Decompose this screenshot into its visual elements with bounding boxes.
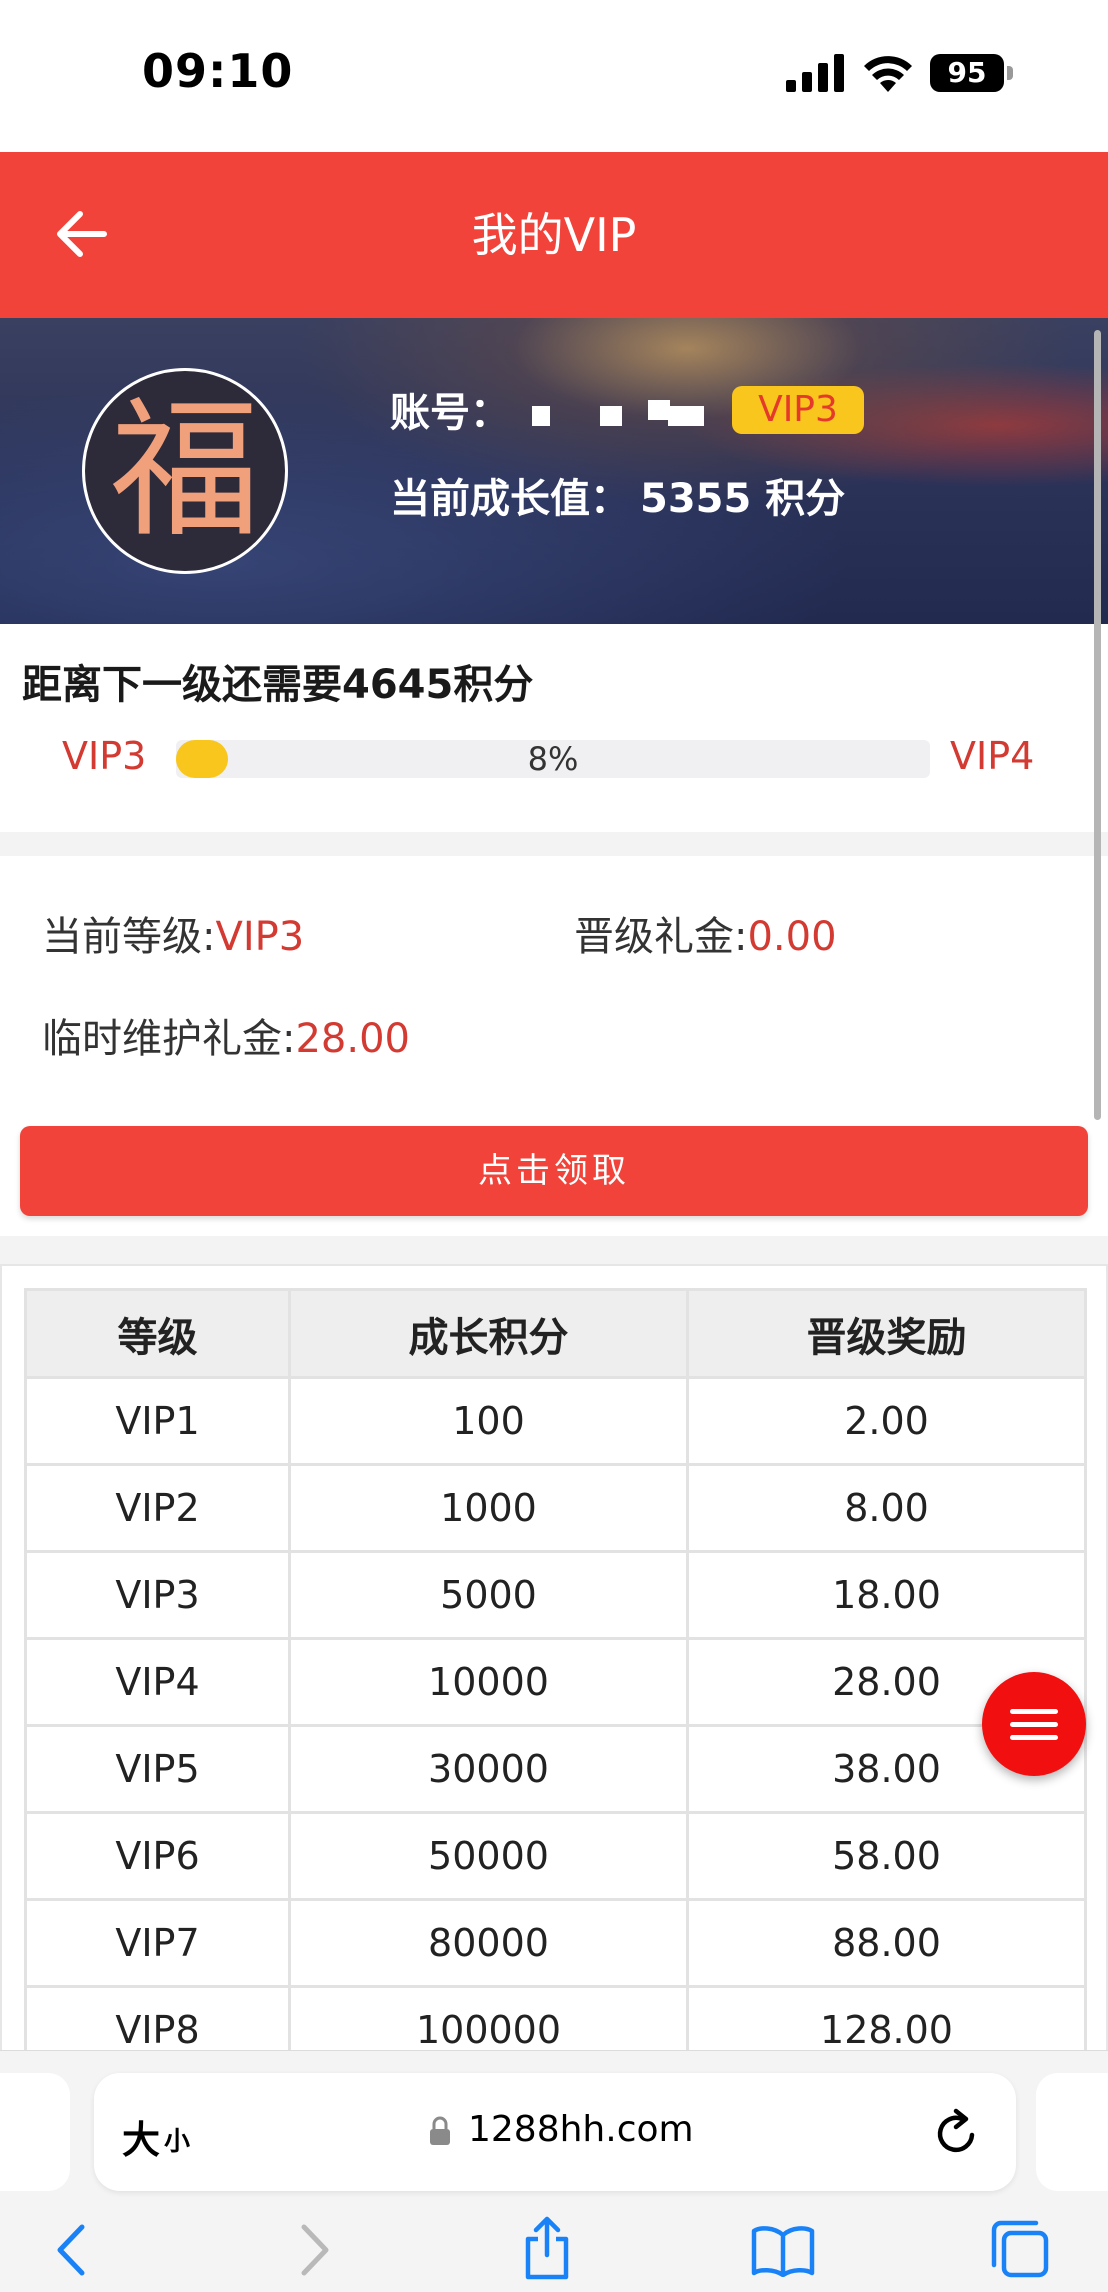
- profile-banner: 福 账号： VIP3 当前成长值： 5355 积分: [0, 318, 1108, 624]
- section-divider: [0, 1236, 1108, 1264]
- wifi-icon: [864, 56, 912, 92]
- table-row: VIP6 50000 58.00: [24, 1811, 1087, 1901]
- table-row: VIP7 80000 88.00: [24, 1898, 1087, 1988]
- text-size-button[interactable]: 大: [122, 2109, 160, 2164]
- maintenance-bonus-label: 临时维护礼金:: [42, 1016, 296, 1062]
- tabs-icon[interactable]: [990, 2219, 1050, 2279]
- upgrade-bonus-info: 晋级礼金:0.00: [574, 904, 837, 962]
- account-redaction: [600, 406, 622, 426]
- header-upgrade-reward: 晋级奖励: [686, 1288, 1087, 1379]
- progress-percent: 8%: [527, 740, 579, 778]
- maintenance-bonus-info: 临时维护礼金:28.00: [42, 1006, 410, 1064]
- cell-growth-points: 100000: [288, 1985, 689, 2054]
- browser-toolbar: 大 小 1288hh.com: [0, 2050, 1108, 2292]
- cell-level: VIP3: [24, 1550, 291, 1640]
- page: 09:10 95 我的VIP 福 账号： VIP3 当前成长值： 5355 积分…: [0, 0, 1108, 2292]
- reload-icon[interactable]: [932, 2107, 980, 2157]
- cell-upgrade-reward: 2.00: [686, 1376, 1087, 1466]
- chevron-right-icon[interactable]: [298, 2223, 332, 2277]
- growth-value: 5355 积分: [640, 476, 846, 522]
- page-title: 我的VIP: [471, 208, 637, 262]
- progress-bar: 8%: [176, 740, 930, 778]
- lock-icon: [430, 2116, 450, 2145]
- cell-growth-points: 5000: [288, 1550, 689, 1640]
- scrollbar[interactable]: [1094, 330, 1101, 1120]
- section-divider: [0, 832, 1108, 856]
- cell-level: VIP5: [24, 1724, 291, 1814]
- cell-level: VIP6: [24, 1811, 291, 1901]
- book-icon[interactable]: [750, 2225, 816, 2277]
- table-header-row: 等级 成长积分 晋级奖励: [24, 1288, 1087, 1379]
- cell-level: VIP7: [24, 1898, 291, 1988]
- menu-icon: [1010, 1709, 1058, 1714]
- next-tab-preview[interactable]: [1036, 2073, 1108, 2191]
- maintenance-bonus-value: 28.00: [295, 1016, 410, 1062]
- vip-level-table: 等级 成长积分 晋级奖励 VIP1 100 2.00 VIP2 1000 8.0…: [24, 1288, 1087, 2054]
- address-bar[interactable]: 大 小 1288hh.com: [94, 2073, 1016, 2191]
- claim-button[interactable]: 点击领取: [20, 1126, 1088, 1216]
- table-row: VIP5 30000 38.00: [24, 1724, 1087, 1814]
- cell-growth-points: 10000: [288, 1637, 689, 1727]
- account-redaction: [668, 406, 704, 426]
- cell-upgrade-reward: 18.00: [686, 1550, 1087, 1640]
- upgrade-bonus-label: 晋级礼金:: [574, 914, 748, 960]
- battery-level: 95: [947, 56, 987, 89]
- cell-level: VIP8: [24, 1985, 291, 2054]
- chevron-left-icon[interactable]: [54, 2223, 88, 2277]
- header-growth-points: 成长积分: [288, 1288, 689, 1379]
- cell-level: VIP4: [24, 1637, 291, 1727]
- account-label: 账号：: [390, 390, 510, 436]
- header-level: 等级: [24, 1288, 291, 1379]
- app-header: 我的VIP: [0, 152, 1108, 318]
- cell-level: VIP2: [24, 1463, 291, 1553]
- text-size-button-small[interactable]: 小: [164, 2121, 190, 2158]
- avatar: 福: [82, 368, 288, 574]
- progress-next-level: VIP4: [950, 734, 1035, 778]
- fu-character-logo: 福: [109, 384, 260, 558]
- current-level-info: 当前等级:VIP3: [42, 904, 304, 962]
- menu-icon: [1010, 1735, 1058, 1740]
- progress-current-level: VIP3: [62, 734, 147, 778]
- account-redaction: [648, 400, 670, 420]
- table-row: VIP3 5000 18.00: [24, 1550, 1087, 1640]
- floating-menu-button[interactable]: [982, 1672, 1086, 1776]
- table-row: VIP8 100000 128.00: [24, 1985, 1087, 2054]
- current-level-value: VIP3: [215, 914, 305, 960]
- signal-icon: [786, 54, 844, 92]
- share-icon[interactable]: [522, 2215, 572, 2281]
- status-bar: 09:10 95: [0, 0, 1108, 152]
- cell-growth-points: 30000: [288, 1724, 689, 1814]
- battery-icon: 95: [930, 52, 1014, 94]
- status-time: 09:10: [142, 44, 294, 98]
- back-arrow-icon[interactable]: [52, 204, 112, 264]
- cell-growth-points: 100: [288, 1376, 689, 1466]
- cell-upgrade-reward: 88.00: [686, 1898, 1087, 1988]
- account-redaction: [532, 406, 550, 426]
- cell-growth-points: 50000: [288, 1811, 689, 1901]
- upgrade-bonus-value: 0.00: [747, 914, 837, 960]
- cell-level: VIP1: [24, 1376, 291, 1466]
- table-row: VIP2 1000 8.00: [24, 1463, 1087, 1553]
- next-level-requirement: 距离下一级还需要4645积分: [22, 662, 534, 708]
- cell-growth-points: 80000: [288, 1898, 689, 1988]
- table-row: VIP4 10000 28.00: [24, 1637, 1087, 1727]
- previous-tab-preview[interactable]: [0, 2073, 70, 2191]
- url-text[interactable]: 1288hh.com: [468, 2109, 694, 2150]
- cell-upgrade-reward: 58.00: [686, 1811, 1087, 1901]
- menu-icon: [1010, 1722, 1058, 1727]
- cell-upgrade-reward: 128.00: [686, 1985, 1087, 2054]
- vip-level-badge: VIP3: [732, 386, 864, 434]
- table-row: VIP1 100 2.00: [24, 1376, 1087, 1466]
- current-level-label: 当前等级:: [42, 914, 216, 960]
- cell-growth-points: 1000: [288, 1463, 689, 1553]
- vip-table-container: 等级 成长积分 晋级奖励 VIP1 100 2.00 VIP2 1000 8.0…: [0, 1264, 1108, 2054]
- cell-upgrade-reward: 8.00: [686, 1463, 1087, 1553]
- growth-label: 当前成长值：: [390, 476, 630, 522]
